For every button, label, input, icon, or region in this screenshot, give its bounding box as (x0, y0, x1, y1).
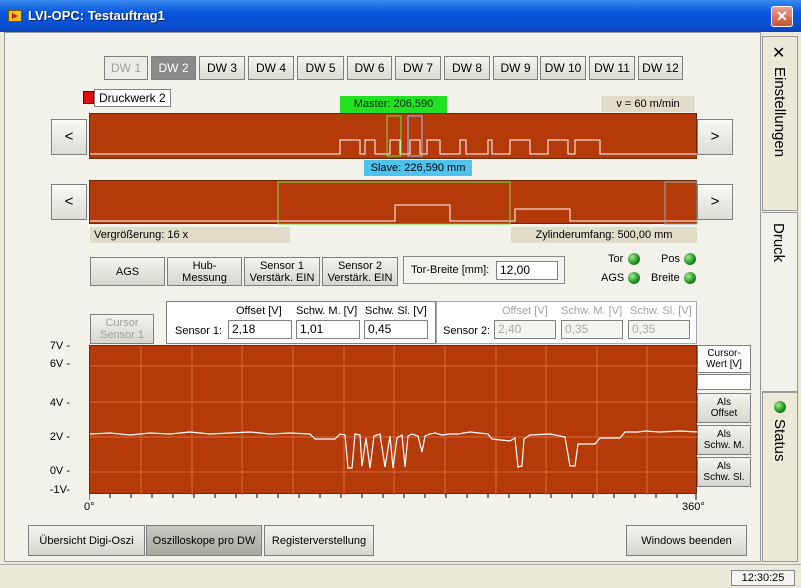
s2-offset-field[interactable]: 2,40 (494, 320, 556, 339)
s1-offset-field[interactable]: 2,18 (228, 320, 292, 339)
status-led-icon (774, 401, 786, 413)
slave-position: Slave: 226,590 mm (364, 160, 472, 176)
circumference-readout: Zylinderumfang: 500,00 mm (511, 227, 697, 243)
breite-led-icon (684, 272, 696, 284)
tor-width-label: Tor-Breite [mm]: (411, 264, 490, 276)
dw-tab-1[interactable]: DW 1 (104, 56, 148, 80)
oszi-per-dw-button[interactable]: Oszilloskope pro DW (146, 525, 262, 556)
tab-status-label: Status (771, 419, 788, 462)
close-button[interactable]: ✕ (771, 6, 793, 27)
sensor1-label: Sensor 1: (175, 325, 223, 337)
register-strip-1[interactable] (89, 113, 698, 159)
pos-led-icon (684, 253, 696, 265)
dw-tab-10[interactable]: DW 10 (540, 56, 586, 80)
dw-tab-11[interactable]: DW 11 (589, 56, 635, 80)
as-schw-sl-button[interactable]: Als Schw. Sl. (697, 457, 751, 487)
register-adjust-button[interactable]: Registerverstellung (264, 525, 374, 556)
dw-tab-7[interactable]: DW 7 (395, 56, 441, 80)
speed-readout: v = 60 m/min (601, 96, 695, 112)
x-axis-ticks (89, 494, 697, 500)
strip1-pulses (90, 115, 698, 157)
ags-led-icon (628, 272, 640, 284)
dw-tab-9[interactable]: DW 9 (493, 56, 538, 80)
sensor2-label: Sensor 2: (443, 325, 491, 337)
dw-tab-12[interactable]: DW 12 (638, 56, 683, 80)
digi-oszi-overview-button[interactable]: Übersicht Digi-Oszi (28, 525, 145, 556)
y-tick-4v: 4V - (49, 397, 70, 409)
strip2-left-button[interactable]: < (51, 184, 87, 220)
tab-druck[interactable]: Druck (762, 212, 798, 392)
tab-status[interactable]: Status (762, 392, 798, 562)
s1-schw-m-field[interactable]: 1,01 (296, 320, 360, 339)
register-strip-2[interactable] (89, 180, 698, 225)
clock: 12:30:25 (731, 570, 795, 586)
sensor1-amplification-button[interactable]: Sensor 1 Verstärk. EIN (244, 257, 320, 286)
hub-messung-button[interactable]: Hub- Messung (167, 257, 242, 286)
x-axis-end: 360° (682, 501, 705, 513)
strip2-right-button[interactable]: > (697, 184, 733, 220)
dw-tab-5[interactable]: DW 5 (297, 56, 344, 80)
y-tick-2v: 2V - (49, 431, 70, 443)
s2-schw-sl-header: Schw. Sl. [V] (630, 305, 692, 317)
cursor-value-label: Cursor- Wert [V] (697, 345, 751, 373)
y-tick-7v: 7V - (49, 340, 70, 352)
printer-label: Druckwerk 2 (94, 89, 171, 107)
s2-schw-m-field[interactable]: 0,35 (561, 320, 623, 339)
ags-led-label: AGS (601, 272, 625, 284)
dw-tab-6[interactable]: DW 6 (347, 56, 392, 80)
breite-led-label: Breite (651, 272, 680, 284)
dw-tab-3[interactable]: DW 3 (199, 56, 245, 80)
app-icon (8, 10, 22, 22)
as-schw-m-button[interactable]: Als Schw. M. (697, 425, 751, 455)
tor-width-group: Tor-Breite [mm]: 12,00 (403, 256, 565, 284)
ags-button[interactable]: AGS (90, 257, 165, 286)
s2-offset-header: Offset [V] (502, 305, 548, 317)
tab-druck-label: Druck (770, 223, 787, 263)
printer-color-indicator (83, 91, 94, 104)
sensor2-amplification-button[interactable]: Sensor 2 Verstärk. EIN (322, 257, 398, 286)
x-axis-start: 0° (84, 501, 95, 513)
tab-settings[interactable]: ✕ Einstellungen (762, 36, 798, 211)
application-window: LVI-OPC: Testauftrag1 ✕ DW 1 DW 2 DW 3 DW 4… (0, 0, 801, 588)
y-tick-minus1v: -1V- (49, 484, 70, 496)
s1-offset-header: Offset [V] (236, 305, 282, 317)
y-tick-6v: 6V - (49, 358, 70, 370)
zoom-readout: Vergrößerung: 16 x (90, 227, 290, 243)
strip2-pulses (90, 181, 698, 225)
cursor-value-field (697, 374, 751, 390)
oscilloscope-plot[interactable] (89, 345, 698, 495)
dw-tab-8[interactable]: DW 8 (444, 56, 490, 80)
dw-tab-4[interactable]: DW 4 (248, 56, 294, 80)
cursor-sensor1-button[interactable]: Cursor Sensor 1 (90, 314, 154, 344)
strip1-left-button[interactable]: < (51, 119, 87, 155)
title-bar: LVI-OPC: Testauftrag1 ✕ (0, 0, 801, 32)
s1-schw-sl-field[interactable]: 0,45 (364, 320, 428, 339)
as-offset-button[interactable]: Als Offset (697, 393, 751, 423)
s1-schw-m-header: Schw. M. [V] (296, 305, 358, 317)
strip1-right-button[interactable]: > (697, 119, 733, 155)
s1-schw-sl-header: Schw. Sl. [V] (365, 305, 427, 317)
dw-tab-2[interactable]: DW 2 (151, 56, 196, 80)
tor-width-input[interactable]: 12,00 (496, 261, 558, 280)
oscilloscope-trace (90, 346, 698, 495)
tools-icon: ✕ (772, 45, 786, 62)
y-tick-0v: 0V - (49, 465, 70, 477)
tor-led-label: Tor (608, 253, 624, 265)
s2-schw-m-header: Schw. M. [V] (561, 305, 623, 317)
window-title: LVI-OPC: Testauftrag1 (28, 8, 165, 23)
tab-settings-label: Einstellungen (771, 67, 788, 158)
tor-led-icon (628, 253, 640, 265)
s2-schw-sl-field[interactable]: 0,35 (628, 320, 690, 339)
close-windows-button[interactable]: Windows beenden (626, 525, 747, 556)
status-bar (0, 564, 801, 588)
pos-led-label: Pos (661, 253, 680, 265)
